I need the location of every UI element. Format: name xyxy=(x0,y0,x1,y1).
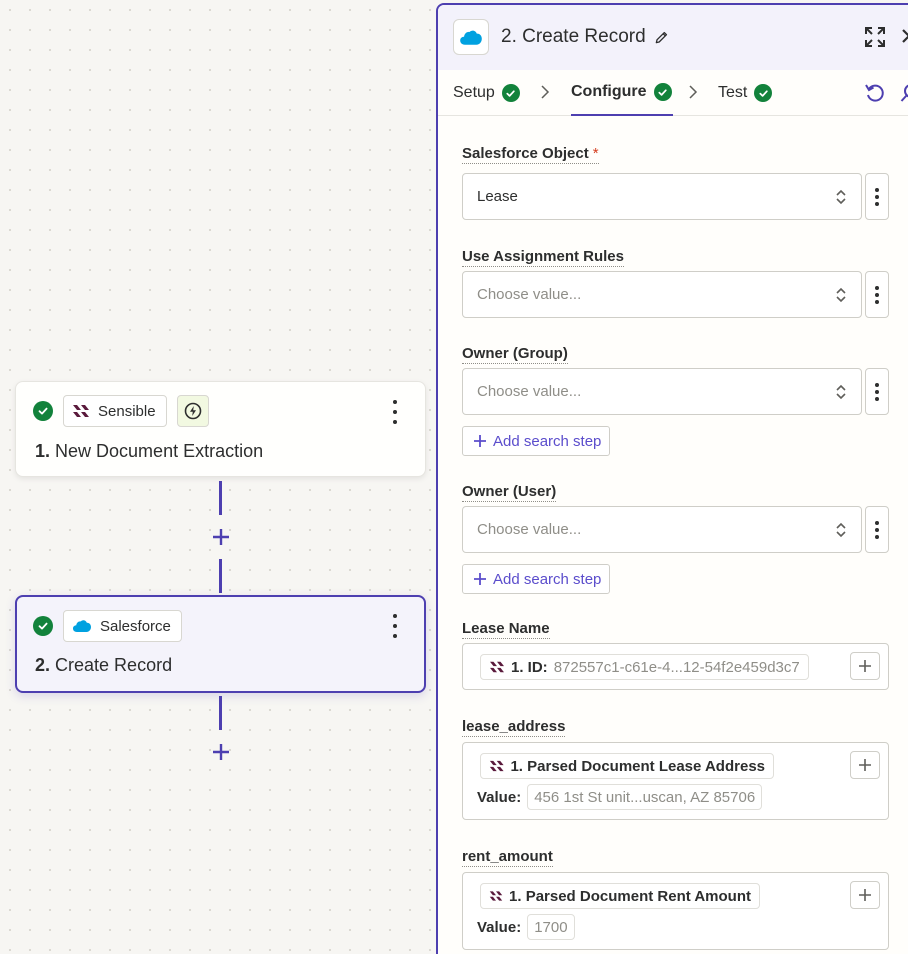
mapped-field-pill[interactable]: 1. ID: 872557c1-c61e-4...12-54f2e459d3c7 xyxy=(480,654,809,680)
field-label-rent-amount: rent_amount xyxy=(462,848,553,867)
salesforce-cloud-icon xyxy=(73,620,91,632)
field-label-owner-user: Owner (User) xyxy=(462,483,557,502)
step-menu-icon[interactable] xyxy=(385,612,405,640)
select-arrows-icon xyxy=(836,189,846,205)
field-label-use-assignment-rules: Use Assignment Rules xyxy=(462,248,624,267)
step-tabs: Setup Configure Test xyxy=(438,70,908,116)
owner-user-select[interactable]: Choose value... xyxy=(462,506,862,553)
success-check-icon xyxy=(754,84,773,102)
sensible-logo-icon xyxy=(489,760,504,772)
field-options-button[interactable] xyxy=(865,368,889,415)
field-options-button[interactable] xyxy=(865,506,889,553)
sensible-logo-icon xyxy=(73,405,89,417)
add-search-step-button[interactable]: Add search step xyxy=(462,426,611,456)
refresh-icon[interactable] xyxy=(864,82,886,104)
rent-amount-input[interactable]: 1. Parsed Document Rent Amount Value: 17… xyxy=(462,872,889,950)
add-step-plus-icon[interactable] xyxy=(210,526,232,548)
tab-configure[interactable]: Configure xyxy=(571,70,673,116)
trigger-bolt-icon xyxy=(176,395,209,427)
success-check-icon xyxy=(33,401,53,421)
insert-data-button[interactable] xyxy=(850,751,880,779)
select-arrows-icon xyxy=(836,522,846,538)
app-name: Salesforce xyxy=(100,617,171,635)
add-search-step-button[interactable]: Add search step xyxy=(462,564,611,594)
close-icon[interactable] xyxy=(901,28,908,44)
salesforce-app-icon xyxy=(453,19,489,55)
plus-icon xyxy=(474,435,486,447)
plus-icon xyxy=(859,759,871,771)
insert-data-button[interactable] xyxy=(850,652,880,680)
field-label-owner-group: Owner (Group) xyxy=(462,345,568,364)
field-label-salesforce-object: Salesforce Object * xyxy=(462,145,599,164)
success-check-icon xyxy=(501,84,520,102)
owner-group-select[interactable]: Choose value... xyxy=(462,368,862,415)
connector-line xyxy=(219,559,222,593)
step-node-sensible[interactable]: Sensible 1. New Document Extraction xyxy=(15,381,426,477)
plus-icon xyxy=(859,889,871,901)
plus-icon xyxy=(474,573,486,585)
sample-value: Value: 456 1st St unit...uscan, AZ 85706 xyxy=(477,784,763,810)
mapped-field-pill[interactable]: 1. Parsed Document Lease Address xyxy=(480,753,774,779)
field-options-button[interactable] xyxy=(865,271,889,318)
salesforce-object-select[interactable]: Lease xyxy=(462,173,862,220)
mapped-field-pill[interactable]: 1. Parsed Document Rent Amount xyxy=(480,883,760,909)
app-name: Sensible xyxy=(98,402,156,420)
use-assignment-rules-select[interactable]: Choose value... xyxy=(462,271,862,318)
lease-name-input[interactable]: 1. ID: 872557c1-c61e-4...12-54f2e459d3c7 xyxy=(462,643,889,690)
add-step-plus-icon[interactable] xyxy=(210,741,232,763)
field-label-lease-name: Lease Name xyxy=(462,620,550,639)
step-menu-icon[interactable] xyxy=(385,398,405,426)
select-arrows-icon xyxy=(836,287,846,303)
chevron-right-icon xyxy=(689,85,698,99)
field-label-lease-address: lease_address xyxy=(462,718,566,737)
step-title: 1. New Document Extraction xyxy=(35,441,264,461)
edit-pencil-icon[interactable] xyxy=(654,30,669,45)
success-check-icon xyxy=(33,616,53,636)
lease-address-input[interactable]: 1. Parsed Document Lease Address Value: … xyxy=(462,742,889,820)
select-arrows-icon xyxy=(836,384,846,400)
insert-data-button[interactable] xyxy=(850,881,880,909)
panel-header: 2. Create Record xyxy=(438,5,908,70)
sensible-logo-icon xyxy=(490,661,504,673)
search-icon[interactable] xyxy=(900,82,908,104)
step-editor-panel: 2. Create Record Setup Configure Test Sa… xyxy=(436,3,908,954)
field-options-button[interactable] xyxy=(865,173,889,220)
step-title: 2. Create Record xyxy=(35,655,173,675)
chevron-right-icon xyxy=(541,85,550,99)
connector-line xyxy=(219,481,222,515)
plus-icon xyxy=(859,660,871,672)
tab-test[interactable]: Test xyxy=(718,70,773,116)
app-chip-sensible: Sensible xyxy=(63,395,167,427)
panel-title[interactable]: 2. Create Record xyxy=(501,26,669,48)
success-check-icon xyxy=(653,83,672,101)
tab-setup[interactable]: Setup xyxy=(453,70,520,116)
sample-value: Value: 1700 xyxy=(477,914,575,940)
expand-icon[interactable] xyxy=(865,27,885,47)
step-node-salesforce[interactable]: Salesforce 2. Create Record xyxy=(15,595,426,693)
sensible-logo-icon xyxy=(489,891,503,901)
app-chip-salesforce: Salesforce xyxy=(63,610,182,642)
connector-line xyxy=(219,696,222,730)
